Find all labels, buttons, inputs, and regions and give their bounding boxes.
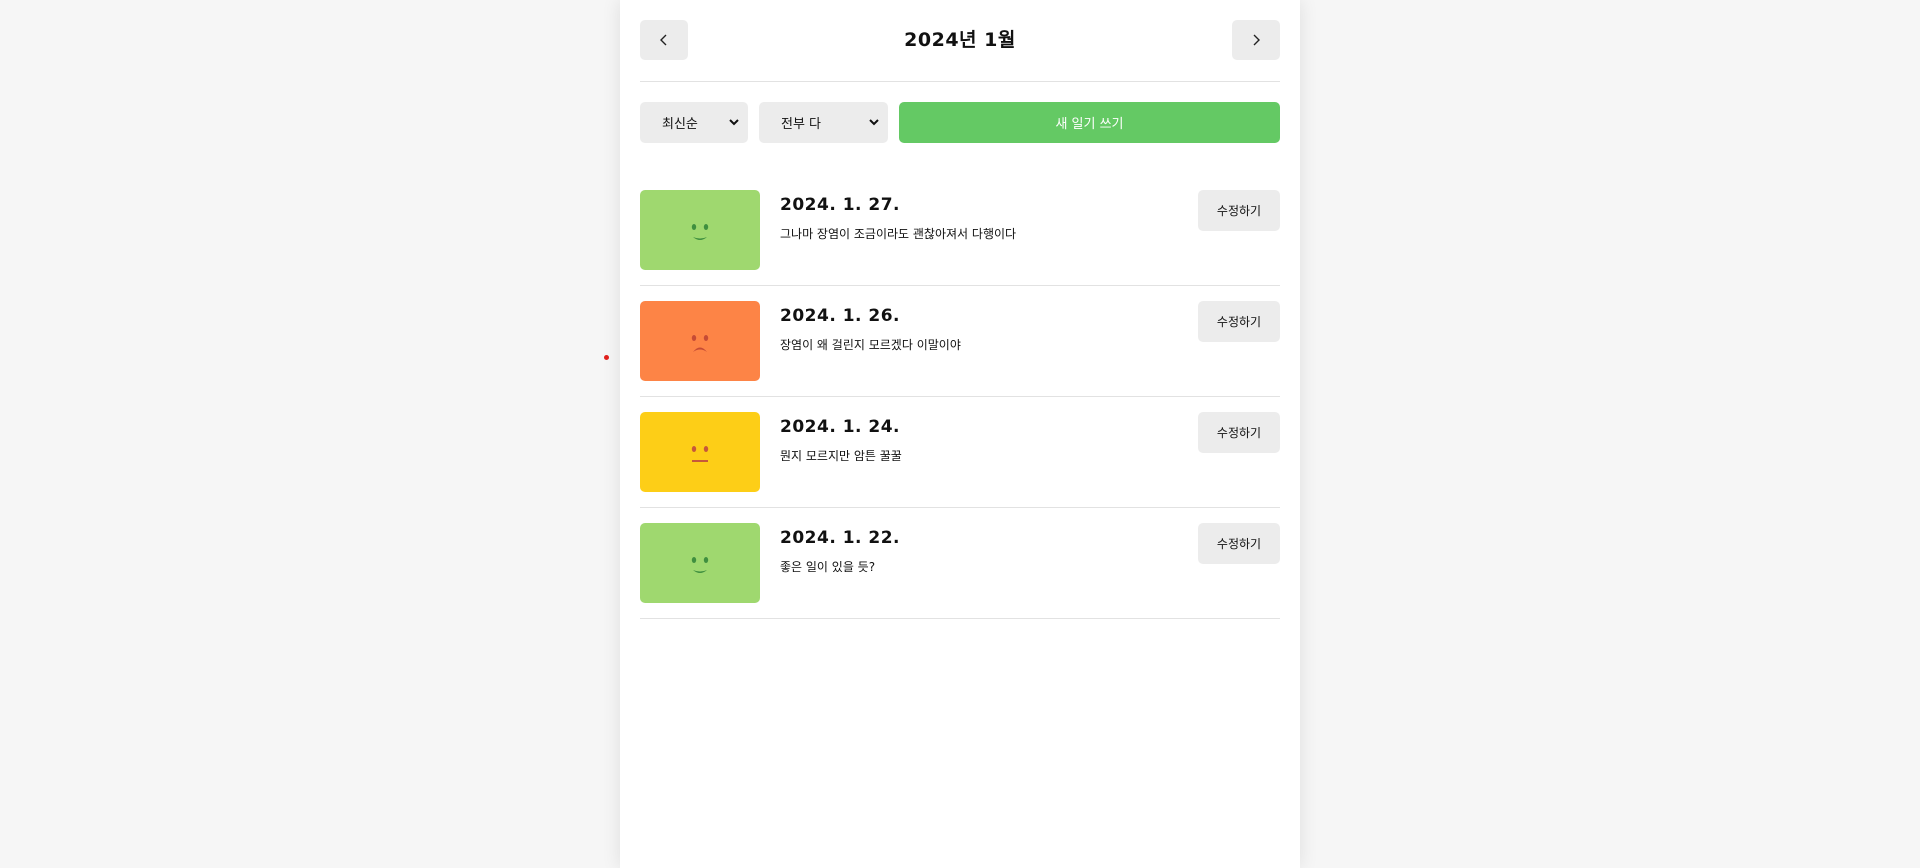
chevron-down-icon bbox=[729, 119, 739, 126]
diary-date: 2024. 1. 22. bbox=[780, 528, 901, 548]
diary-info[interactable]: 2024. 1. 22. 좋은 일이 있을 듯? bbox=[780, 523, 1160, 575]
diary-date: 2024. 1. 26. bbox=[780, 306, 901, 326]
header-divider bbox=[640, 81, 1280, 82]
new-diary-button[interactable]: 새 일기 쓰기 bbox=[899, 102, 1280, 143]
emotion-bad-icon[interactable] bbox=[640, 301, 760, 381]
diary-item: 2024. 1. 24. 뭔지 모르지만 암튼 꿀꿀 수정하기 bbox=[640, 397, 1280, 508]
diary-date: 2024. 1. 27. bbox=[780, 195, 901, 215]
diary-item: 2024. 1. 26. 장염이 왜 걸린지 모르겠다 이말이야 수정하기 bbox=[640, 286, 1280, 397]
diary-item: 2024. 1. 27. 그나마 장염이 조금이라도 괜찮아져서 다행이다 수정… bbox=[640, 175, 1280, 286]
filter-select-value: 전부 다 bbox=[781, 117, 822, 132]
sort-select-value: 최신순 bbox=[662, 117, 698, 132]
header: 2024년 1월 bbox=[640, 20, 1280, 60]
cursor-marker bbox=[604, 355, 609, 360]
diary-date: 2024. 1. 24. bbox=[780, 417, 901, 437]
diary-info[interactable]: 2024. 1. 27. 그나마 장염이 조금이라도 괜찮아져서 다행이다 bbox=[780, 190, 1160, 242]
edit-button[interactable]: 수정하기 bbox=[1198, 412, 1280, 453]
sort-select[interactable]: 최신순 bbox=[640, 102, 748, 143]
edit-button[interactable]: 수정하기 bbox=[1198, 523, 1280, 564]
prev-month-button[interactable] bbox=[640, 20, 688, 60]
diary-app: 2024년 1월 최신순 전부 다 새 일기 쓰기 2024. 1. 27. 그… bbox=[620, 0, 1300, 868]
diary-item: 2024. 1. 22. 좋은 일이 있을 듯? 수정하기 bbox=[640, 508, 1280, 619]
diary-content: 그나마 장염이 조금이라도 괜찮아져서 다행이다 bbox=[780, 227, 1017, 241]
chevron-left-icon bbox=[660, 34, 667, 46]
diary-content: 좋은 일이 있을 듯? bbox=[780, 560, 876, 574]
diary-list: 2024. 1. 27. 그나마 장염이 조금이라도 괜찮아져서 다행이다 수정… bbox=[640, 175, 1280, 619]
diary-info[interactable]: 2024. 1. 26. 장염이 왜 걸린지 모르겠다 이말이야 bbox=[780, 301, 1160, 353]
edit-button[interactable]: 수정하기 bbox=[1198, 301, 1280, 342]
diary-info[interactable]: 2024. 1. 24. 뭔지 모르지만 암튼 꿀꿀 bbox=[780, 412, 1160, 464]
face-icon bbox=[691, 446, 709, 462]
page-title: 2024년 1월 bbox=[904, 29, 1016, 51]
emotion-neutral-icon[interactable] bbox=[640, 412, 760, 492]
face-icon bbox=[691, 557, 709, 573]
next-month-button[interactable] bbox=[1232, 20, 1280, 60]
diary-content: 장염이 왜 걸린지 모르겠다 이말이야 bbox=[780, 338, 961, 352]
diary-content: 뭔지 모르지만 암튼 꿀꿀 bbox=[780, 449, 902, 463]
menu-bar: 최신순 전부 다 새 일기 쓰기 bbox=[640, 102, 1280, 143]
emotion-good-icon[interactable] bbox=[640, 523, 760, 603]
face-icon bbox=[691, 224, 709, 240]
edit-button[interactable]: 수정하기 bbox=[1198, 190, 1280, 231]
face-icon bbox=[691, 335, 709, 352]
emotion-good-icon[interactable] bbox=[640, 190, 760, 270]
chevron-down-icon bbox=[869, 119, 879, 126]
emotion-filter-select[interactable]: 전부 다 bbox=[759, 102, 888, 143]
chevron-right-icon bbox=[1253, 34, 1260, 46]
